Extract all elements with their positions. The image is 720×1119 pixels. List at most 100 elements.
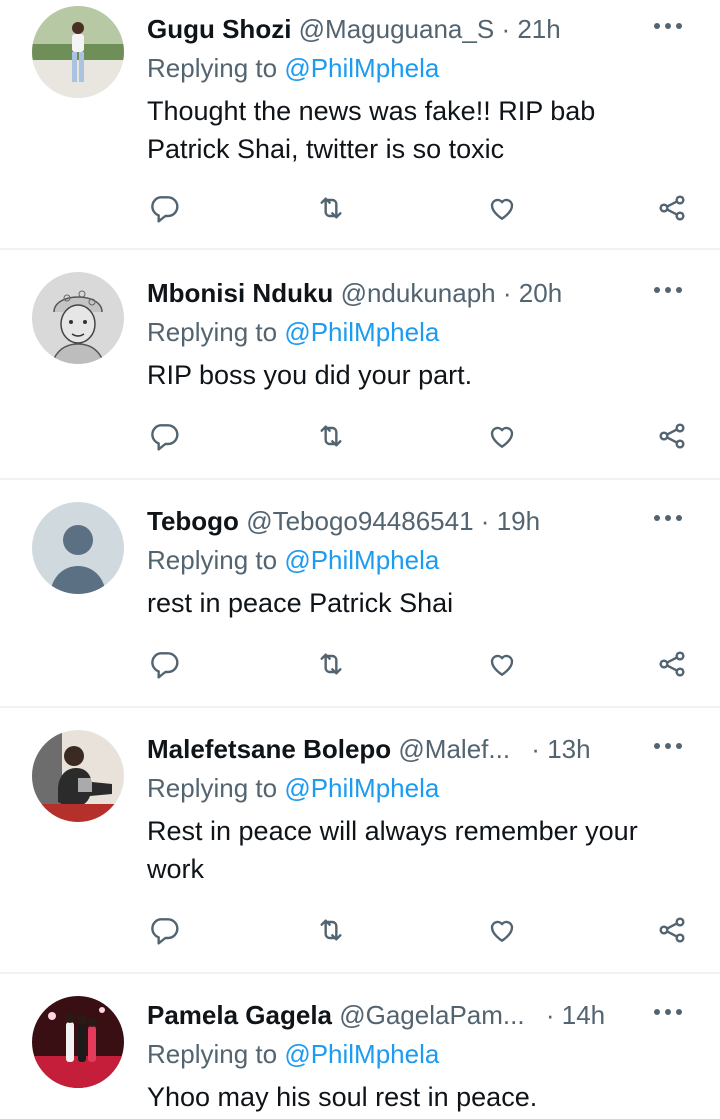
user-handle[interactable]: @ndukunaph (341, 278, 496, 308)
mention-link[interactable]: @PhilMphela (284, 317, 439, 347)
separator: · (502, 278, 512, 308)
display-name[interactable]: Malefetsane Bolepo (147, 734, 391, 764)
share-icon (659, 917, 685, 943)
tweet-text: RIP boss you did your part. (147, 360, 473, 390)
replying-prefix: Replying to (147, 773, 278, 803)
divider (0, 248, 720, 250)
like-button[interactable] (482, 910, 522, 950)
timestamp[interactable]: 14h (562, 1000, 605, 1030)
retweet-button[interactable] (311, 416, 351, 456)
tweet-text: Thought the news was fake!! RIP bab Patr… (147, 96, 596, 164)
avatar[interactable] (32, 996, 124, 1088)
tweet-header: Pamela Gagela @GagelaPam... · 14h (147, 998, 640, 1032)
mention-link[interactable]: @PhilMphela (284, 53, 439, 83)
retweet-icon (320, 197, 342, 219)
tweet-actions (0, 910, 720, 950)
mention-link[interactable]: @PhilMphela (284, 773, 439, 803)
avatar[interactable] (32, 502, 124, 594)
display-name[interactable]: Mbonisi Nduku (147, 278, 333, 308)
replying-to: Replying to @PhilMphela (147, 543, 439, 577)
more-icon (654, 23, 682, 29)
retweet-button[interactable] (311, 188, 351, 228)
reply-button[interactable] (144, 644, 184, 684)
more-icon (654, 287, 682, 293)
like-button[interactable] (482, 188, 522, 228)
tweet-actions (0, 644, 720, 684)
reply-icon (151, 196, 179, 223)
retweet-button[interactable] (311, 910, 351, 950)
timestamp[interactable]: 13h (547, 734, 590, 764)
replying-to: Replying to @PhilMphela (147, 771, 439, 805)
separator: · (531, 734, 540, 764)
tweet-text: rest in peace Patrick Shai (147, 588, 454, 618)
tweet-text: Yhoo may his soul rest in peace. (147, 1082, 538, 1112)
avatar[interactable] (32, 730, 124, 822)
avatar-photo (32, 6, 124, 98)
reply-button[interactable] (144, 910, 184, 950)
replying-prefix: Replying to (147, 1039, 278, 1069)
more-icon (654, 1009, 682, 1015)
display-name[interactable]: Gugu Shozi (147, 14, 291, 44)
tweet-header: Gugu Shozi @Maguguana_S · 21h (147, 12, 640, 46)
separator: · (480, 506, 490, 536)
like-icon (490, 198, 514, 220)
share-icon (659, 423, 685, 449)
tweet[interactable]: Gugu Shozi @Maguguana_S · 21h Replying t… (0, 0, 720, 248)
display-name[interactable]: Pamela Gagela (147, 1000, 332, 1030)
tweet[interactable]: Mbonisi Nduku @ndukunaph · 20h Replying … (0, 264, 720, 478)
share-icon (659, 195, 685, 221)
like-button[interactable] (482, 644, 522, 684)
user-handle[interactable]: @Maguguana_S (299, 14, 495, 44)
more-button[interactable] (654, 14, 690, 38)
more-icon (654, 515, 682, 521)
retweet-icon (320, 653, 342, 675)
more-button[interactable] (654, 734, 690, 758)
replying-to: Replying to @PhilMphela (147, 315, 439, 349)
more-icon (654, 743, 682, 749)
share-button[interactable] (652, 188, 692, 228)
user-handle[interactable]: @Tebogo94486541 (246, 506, 473, 536)
reply-icon (151, 918, 179, 945)
separator: · (501, 14, 511, 44)
more-button[interactable] (654, 1000, 690, 1024)
user-handle[interactable]: @Malef... (398, 734, 510, 764)
share-icon (659, 651, 685, 677)
avatar[interactable] (32, 6, 124, 98)
retweet-button[interactable] (311, 644, 351, 684)
tweet[interactable]: Malefetsane Bolepo @Malef... · 13h Reply… (0, 720, 720, 972)
divider (0, 972, 720, 974)
timestamp[interactable]: 21h (517, 14, 560, 44)
tweet[interactable]: Pamela Gagela @GagelaPam... · 14h Replyi… (0, 986, 720, 1119)
user-handle[interactable]: @GagelaPam... (339, 1000, 524, 1030)
replying-to: Replying to @PhilMphela (147, 1037, 439, 1071)
tweet[interactable]: Tebogo @Tebogo94486541 · 19h Replying to… (0, 492, 720, 706)
reply-icon (151, 652, 179, 679)
reply-icon (151, 424, 179, 451)
avatar[interactable] (32, 272, 124, 364)
mention-link[interactable]: @PhilMphela (284, 545, 439, 575)
replying-prefix: Replying to (147, 545, 278, 575)
avatar-photo (32, 272, 124, 364)
reply-button[interactable] (144, 188, 184, 228)
avatar-photo (32, 730, 124, 822)
tweet-text: Rest in peace will always remember your … (147, 816, 638, 884)
like-icon (490, 426, 514, 448)
mention-link[interactable]: @PhilMphela (284, 1039, 439, 1069)
avatar-photo (32, 996, 124, 1088)
separator: · (545, 1000, 555, 1030)
more-button[interactable] (654, 278, 690, 302)
timestamp[interactable]: 19h (497, 506, 540, 536)
more-button[interactable] (654, 506, 690, 530)
divider (0, 478, 720, 480)
like-button[interactable] (482, 416, 522, 456)
replying-prefix: Replying to (147, 53, 278, 83)
reply-button[interactable] (144, 416, 184, 456)
timestamp[interactable]: 20h (519, 278, 562, 308)
default-avatar-icon (32, 502, 124, 594)
display-name[interactable]: Tebogo (147, 506, 239, 536)
share-button[interactable] (652, 910, 692, 950)
share-button[interactable] (652, 644, 692, 684)
share-button[interactable] (652, 416, 692, 456)
tweet-header: Mbonisi Nduku @ndukunaph · 20h (147, 276, 640, 310)
divider (0, 706, 720, 708)
